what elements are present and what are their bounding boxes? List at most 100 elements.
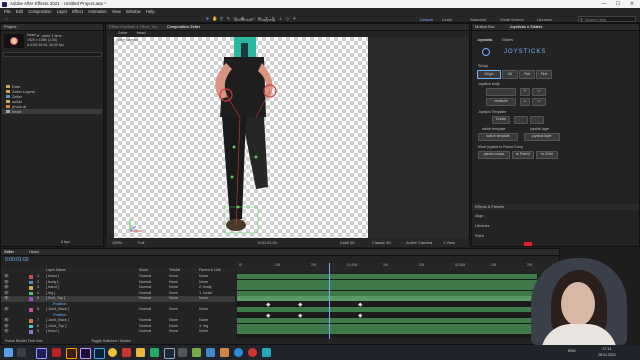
menu-layer[interactable]: Layer [57, 8, 67, 15]
keyframe[interactable] [266, 302, 271, 307]
layer-duration-bar[interactable] [237, 290, 537, 296]
workspace-standard[interactable]: Standard [470, 17, 486, 22]
tab-motion-bro[interactable]: Motion Bro [475, 24, 494, 29]
effects-presets-header[interactable]: Effects & Presets [472, 204, 639, 210]
tab-joysticks-sliders[interactable]: Joysticks n Sliders [509, 24, 542, 29]
app-taskbar-icon[interactable] [192, 348, 201, 357]
app-taskbar-icon[interactable] [150, 348, 159, 357]
joystick-layer-select[interactable]: joystick layer [524, 133, 560, 141]
capsule-button[interactable]: ▭ [520, 98, 530, 106]
windows-start-icon[interactable] [4, 348, 13, 357]
eraser-tool-icon[interactable]: ◇ [285, 16, 290, 21]
layer-label-color[interactable] [29, 319, 33, 323]
camera-view-select[interactable]: Active Camera [406, 239, 432, 246]
timeline-footer[interactable]: Toggle Switches / Modes [91, 339, 131, 343]
origin-button[interactable]: Origin [477, 70, 501, 79]
keyframe[interactable] [298, 313, 303, 318]
zoom-select[interactable]: 100% [112, 239, 122, 246]
illustrator-taskbar-icon[interactable] [66, 348, 77, 359]
workspace-learn[interactable]: Learn [442, 17, 452, 22]
after-effects-taskbar-icon[interactable] [36, 348, 47, 359]
premiere-taskbar-icon[interactable] [80, 348, 91, 359]
workspace-small-screen[interactable]: Small Screen [500, 17, 524, 22]
to-child-button[interactable]: to Child [536, 151, 558, 159]
layer-label-color[interactable] [29, 286, 33, 290]
rotate-tool-icon[interactable]: ↻ [226, 16, 231, 21]
snapping-label[interactable]: Snapping [258, 17, 275, 22]
resolution-select[interactable]: Full [138, 239, 144, 246]
ellipse-button[interactable]: ⬭ [532, 88, 546, 96]
timeline-tab-zeller[interactable]: Zeller [4, 249, 14, 254]
project-search[interactable] [3, 52, 102, 57]
template-option-2[interactable] [530, 116, 544, 124]
project-tab[interactable]: Project [1, 24, 103, 31]
menu-window[interactable]: Window [126, 8, 141, 15]
paint-color-swatch[interactable] [524, 242, 532, 246]
menu-effect[interactable]: Effect [72, 8, 83, 15]
first-button[interactable]: First [536, 70, 552, 79]
layer-duration-bar[interactable] [237, 279, 537, 285]
template-option-1[interactable] [514, 116, 528, 124]
keyframe[interactable] [298, 302, 303, 307]
draft-3d-toggle[interactable]: Draft 3D [340, 239, 355, 246]
layer-duration-bar[interactable] [237, 296, 537, 302]
layer-label-color[interactable] [29, 330, 33, 334]
keyframe[interactable] [358, 313, 363, 318]
layer-row[interactable]: 👁 9 [ head ] Normal None None [1, 329, 235, 335]
all-button[interactable]: All [502, 70, 518, 79]
menu-file[interactable]: File [4, 8, 11, 15]
hand-tool-icon[interactable]: ✋ [212, 16, 218, 21]
keyframe[interactable] [266, 313, 271, 318]
timeline-tab-head[interactable]: Head [29, 249, 39, 254]
layer-duration-bar[interactable] [237, 285, 537, 291]
layer-label-color[interactable] [29, 275, 33, 279]
explorer-taskbar-icon[interactable] [136, 348, 145, 357]
layer-mode[interactable]: Normal [139, 329, 151, 335]
align-header[interactable]: Align [475, 214, 483, 218]
layer-name[interactable]: [ head ] [46, 329, 59, 335]
puppet-tool-icon[interactable]: ✶ [292, 16, 297, 21]
pen-button[interactable]: ✎ [520, 88, 530, 96]
flat-button[interactable]: Flat [519, 70, 535, 79]
minimize-button[interactable]: — [598, 0, 610, 8]
switch-template-select[interactable]: switch template [478, 133, 518, 141]
home-icon[interactable]: ⌂ [4, 16, 9, 21]
layer-label-color[interactable] [29, 291, 33, 295]
stamp-tool-icon[interactable]: ⊥ [278, 16, 283, 21]
subtab-sliders[interactable]: Sliders [501, 38, 513, 42]
layer-label-color[interactable] [29, 280, 33, 284]
zoom-tool-icon[interactable]: ⚲ [219, 16, 224, 21]
to-parent-button[interactable]: to Parent [512, 151, 534, 159]
layer-parent[interactable]: None [199, 329, 208, 335]
layer-trkmat[interactable]: None [169, 329, 178, 335]
layer-label-color[interactable] [29, 308, 33, 312]
tray-date[interactable]: 28.01.2021 [598, 353, 616, 357]
layer-duration-bar[interactable] [237, 329, 537, 335]
app-taskbar-icon[interactable] [178, 348, 187, 357]
layer-duration-bar[interactable] [237, 318, 537, 324]
menu-animation[interactable]: Animation [88, 8, 107, 15]
menu-view[interactable]: View [112, 8, 121, 15]
layer-duration-bar[interactable] [237, 307, 537, 313]
playhead[interactable] [329, 263, 330, 339]
parent-comps-select[interactable]: parent comps [478, 151, 510, 159]
menu-help[interactable]: Help [146, 8, 155, 15]
workspace-libraries[interactable]: Libraries [537, 17, 552, 22]
layer-label-color[interactable] [29, 324, 33, 328]
app-taskbar-icon[interactable] [206, 348, 215, 357]
acrobat-taskbar-icon[interactable] [52, 348, 61, 357]
composition-viewer[interactable]: Active Camera [108, 37, 469, 238]
app-taskbar-icon[interactable] [220, 348, 229, 357]
measure-select[interactable]: measure [486, 98, 516, 106]
search-taskbar-icon[interactable] [17, 348, 26, 357]
chrome-taskbar-icon[interactable] [108, 348, 117, 357]
visibility-eye-icon[interactable]: 👁 [4, 329, 9, 335]
layer-label-color[interactable] [29, 297, 33, 301]
timecode-display[interactable]: 0:00:01:00 [258, 239, 277, 246]
workspace-default[interactable]: Default [420, 17, 433, 22]
subtab-joysticks[interactable]: Joysticks [477, 38, 492, 42]
renderer-select[interactable]: Classic 3D [372, 239, 391, 246]
app-taskbar-icon[interactable] [248, 348, 257, 357]
project-footer-bpc[interactable]: 8 bpc [61, 240, 70, 244]
keyframe[interactable] [358, 302, 363, 307]
